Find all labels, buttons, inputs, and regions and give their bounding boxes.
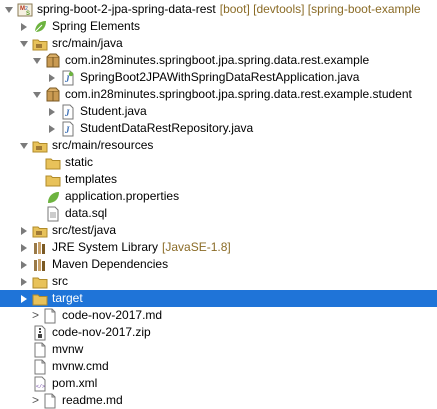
tree-item-label: code-nov-2017.zip [52, 325, 151, 339]
tree-item[interactable]: JRE System Library [JavaSE-1.8] [0, 239, 437, 256]
collapsed-chevron-icon[interactable] [19, 18, 29, 35]
tree-item-label: readme.md [62, 393, 123, 407]
tree-item[interactable]: src [0, 273, 437, 290]
collapsed-chevron-icon[interactable] [19, 290, 29, 307]
tree-item-decoration: [boot] [devtools] [spring-boot-example [219, 2, 421, 16]
tree-item[interactable]: Spring Elements [0, 18, 437, 35]
tree-item[interactable]: > code-nov-2017.md [0, 307, 437, 324]
library-icon [32, 257, 48, 273]
tree-item-label: templates [65, 172, 118, 186]
svg-text:S: S [26, 11, 30, 17]
expanded-chevron-icon[interactable] [4, 1, 14, 18]
tree-item-label: target [52, 291, 83, 305]
tree-item-label: Student.java [80, 104, 147, 118]
collapsed-chevron-icon[interactable] [19, 239, 29, 256]
tree-item[interactable]: com.in28minutes.springboot.jpa.spring.da… [0, 52, 437, 69]
tree-item-label: code-nov-2017.md [62, 308, 163, 322]
tree-item-label: StudentDataRestRepository.java [80, 121, 254, 135]
tree-item-label: spring-boot-2-jpa-spring-data-rest [37, 2, 216, 16]
modified-marker: > [32, 308, 40, 322]
tree-item[interactable]: target [0, 290, 437, 307]
expanded-chevron-icon[interactable] [32, 86, 42, 103]
folder-icon [32, 274, 48, 290]
tree-item[interactable]: J StudentDataRestRepository.java [0, 120, 437, 137]
zip-file-icon [32, 325, 48, 341]
collapsed-chevron-icon[interactable] [47, 120, 57, 137]
maven-project-icon: M2S [17, 2, 33, 18]
tree-item[interactable]: mvnw [0, 341, 437, 358]
collapsed-chevron-icon[interactable] [19, 222, 29, 239]
source-folder-icon [32, 138, 48, 154]
collapsed-chevron-icon[interactable] [19, 256, 29, 273]
collapsed-chevron-icon[interactable] [19, 273, 29, 290]
project-explorer-tree: M 2 S spring-boot-2-jpa-spring-data-rest [bo… [0, 0, 437, 409]
package-icon [45, 53, 61, 69]
file-icon [42, 308, 58, 324]
modified-marker: > [32, 393, 40, 407]
folder-icon [32, 291, 48, 307]
expanded-chevron-icon[interactable] [32, 52, 42, 69]
tree-item-label: src/main/resources [52, 138, 154, 152]
tree-item[interactable]: src/main/resources [0, 137, 437, 154]
tree-item-label: SpringBoot2JPAWithSpringDataRestApplicat… [80, 70, 360, 84]
collapsed-chevron-icon[interactable] [47, 69, 57, 86]
tree-item-decoration: [JavaSE-1.8] [162, 240, 231, 254]
tree-item[interactable]: application.properties [0, 188, 437, 205]
tree-item[interactable]: M 2 S spring-boot-2-jpa-spring-data-rest [bo… [0, 1, 437, 18]
sql-file-icon [45, 206, 61, 222]
file-icon [32, 359, 48, 375]
spring-properties-icon [45, 189, 61, 205]
tree-item-label: static [65, 155, 94, 169]
tree-item[interactable]: J Student.java [0, 103, 437, 120]
tree-item-label: application.properties [65, 189, 180, 203]
tree-item[interactable]: static [0, 154, 437, 171]
tree-item-label: src/main/java [52, 36, 123, 50]
java-spring-file-icon: J [60, 70, 76, 86]
java-file-icon: J [60, 104, 76, 120]
collapsed-chevron-icon[interactable] [47, 103, 57, 120]
java-file-icon: J [60, 121, 76, 137]
tree-item[interactable]: code-nov-2017.zip [0, 324, 437, 341]
tree-item[interactable]: mvnw.cmd [0, 358, 437, 375]
tree-item-label: com.in28minutes.springboot.jpa.spring.da… [65, 53, 370, 67]
folder-icon [45, 155, 61, 171]
spring-leaf-icon [32, 19, 48, 35]
expanded-chevron-icon[interactable] [19, 35, 29, 52]
tree-item-label: com.in28minutes.springboot.jpa.spring.da… [65, 87, 412, 101]
tree-item-label: src [52, 274, 68, 288]
file-icon [32, 342, 48, 358]
svg-text:J: J [64, 74, 70, 84]
tree-item[interactable]: src/main/java [0, 35, 437, 52]
tree-item-label: mvnw.cmd [52, 359, 109, 373]
svg-text:J: J [64, 125, 70, 135]
tree-item[interactable]: templates [0, 171, 437, 188]
tree-item[interactable]: J SpringBoot2JPAWithSpringDataRestApplica… [0, 69, 437, 86]
folder-icon [45, 172, 61, 188]
tree-item[interactable]: src/test/java [0, 222, 437, 239]
package-icon [45, 87, 61, 103]
tree-item-label: src/test/java [52, 223, 117, 237]
library-icon [32, 240, 48, 256]
tree-item-label: data.sql [65, 206, 108, 220]
tree-item-label: Spring Elements [52, 19, 141, 33]
tree-item[interactable]: </> pom.xml [0, 375, 437, 392]
tree-item[interactable]: data.sql [0, 205, 437, 222]
expanded-chevron-icon[interactable] [19, 137, 29, 154]
tree-item-label: JRE System Library [52, 240, 159, 254]
tree-item-label: pom.xml [52, 376, 98, 390]
svg-text:J: J [64, 108, 70, 118]
source-folder-icon [32, 36, 48, 52]
tree-item[interactable]: > readme.md [0, 392, 437, 409]
source-folder-icon [32, 223, 48, 239]
svg-text:</>: </> [36, 384, 45, 390]
tree-item-label: mvnw [52, 342, 84, 356]
tree-item[interactable]: com.in28minutes.springboot.jpa.spring.da… [0, 86, 437, 103]
tree-item[interactable]: Maven Dependencies [0, 256, 437, 273]
xml-file-icon: </> [32, 376, 48, 392]
tree-item-label: Maven Dependencies [52, 257, 169, 271]
file-icon [42, 393, 58, 409]
